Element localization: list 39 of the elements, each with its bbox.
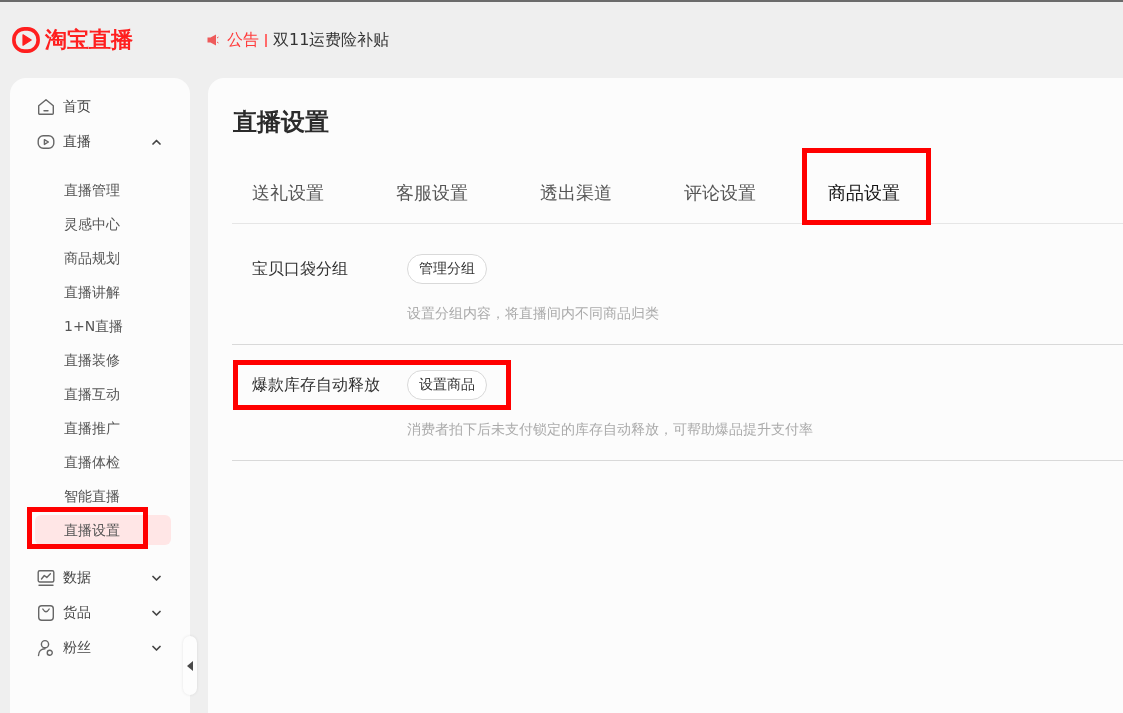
- setting-description: 消费者拍下后未支付锁定的库存自动释放，可帮助爆品提升支付率: [407, 420, 813, 438]
- monitor-chart-icon: [37, 569, 55, 587]
- setting-button[interactable]: 设置商品: [407, 370, 487, 400]
- nav-subitem[interactable]: 直播管理: [35, 175, 171, 205]
- tab[interactable]: 评论设置: [664, 163, 776, 223]
- setting-button[interactable]: 管理分组: [407, 254, 487, 284]
- nav-subitem[interactable]: 直播推广: [35, 413, 171, 443]
- announcement-label: 公告: [227, 29, 259, 51]
- announcement-link[interactable]: 双11运费险补贴: [273, 29, 390, 51]
- nav-subitem[interactable]: 直播装修: [35, 345, 171, 375]
- setting-label: 爆款库存自动释放: [252, 374, 380, 396]
- page-title: 直播设置: [233, 107, 329, 138]
- bag-icon: [37, 604, 55, 622]
- tab[interactable]: 商品设置: [808, 163, 920, 223]
- nav-subitem[interactable]: 直播互动: [35, 379, 171, 409]
- home-icon: [37, 98, 55, 116]
- speaker-icon: [207, 34, 219, 46]
- nav-subitem[interactable]: 灵感中心: [35, 209, 171, 239]
- logo-icon: [12, 27, 40, 53]
- nav-item[interactable]: 粉丝: [35, 632, 171, 664]
- tab[interactable]: 透出渠道: [520, 163, 632, 223]
- nav-item[interactable]: 首页: [35, 91, 171, 123]
- nav-subitem[interactable]: 智能直播: [35, 481, 171, 511]
- nav-item[interactable]: 货品: [35, 597, 171, 629]
- brand-name: 淘宝直播: [45, 27, 133, 53]
- tab[interactable]: 送礼设置: [232, 163, 344, 223]
- setting-label: 宝贝口袋分组: [252, 258, 348, 280]
- user-icon: [37, 639, 55, 657]
- setting-description: 设置分组内容，将直播间内不同商品归类: [407, 304, 659, 322]
- nav-item[interactable]: 数据: [35, 562, 171, 594]
- nav-subitem[interactable]: 直播体检: [35, 447, 171, 477]
- nav-subitem[interactable]: 商品规划: [35, 243, 171, 273]
- nav-subitem[interactable]: 直播讲解: [35, 277, 171, 307]
- nav-item[interactable]: 直播: [35, 126, 171, 158]
- collapse-button[interactable]: [183, 636, 197, 695]
- tab[interactable]: 客服设置: [376, 163, 488, 223]
- caret-icon: [187, 660, 193, 671]
- nav-subitem[interactable]: 1+N直播: [35, 311, 171, 341]
- play-icon: [37, 133, 55, 151]
